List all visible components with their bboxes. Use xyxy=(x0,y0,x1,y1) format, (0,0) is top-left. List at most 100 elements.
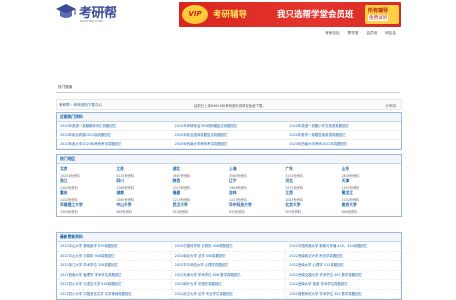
latest-link[interactable]: 2022西南大学 英语 学术学位真题回忆 xyxy=(286,280,400,290)
region-item[interactable]: 浙江 2402份资料 xyxy=(60,178,116,190)
latest-link[interactable]: 2022西南政法大学 刑法学真题回忆 xyxy=(286,252,400,261)
region-item[interactable]: 山东 2836份资料 xyxy=(342,166,398,178)
region-item[interactable]: 北京大学 907份资料 xyxy=(285,202,341,214)
breadcrumb-home[interactable]: 考研帮 › 考研资料下载中心 xyxy=(59,103,102,108)
recent-link[interactable]: 2020年英语一真题小作文英语真题回忆 xyxy=(286,122,401,131)
latest-link[interactable]: 2022西南大学 心理学 312真题回忆 xyxy=(286,261,400,271)
region-item[interactable]: 重庆 1432份资料 xyxy=(60,190,116,202)
nav-link-forum[interactable]: 考研论坛 xyxy=(325,31,339,36)
region-name: 陕西 xyxy=(172,178,181,183)
region-count: 907份资料 xyxy=(285,210,301,214)
region-item[interactable]: 上海 3560份资料 xyxy=(229,166,285,178)
latest-panel: 最新更新资料 2022中山大学 基础医学 870真题回忆 2022中山大学 计算机… xyxy=(56,232,402,300)
free-trial-badge[interactable]: 所有辅导 免费试听 xyxy=(365,5,399,24)
latest-link[interactable]: 2022浙江大学 学术学位 326真题回忆 xyxy=(57,261,171,271)
badge-line2: 免费试听 xyxy=(368,15,389,21)
region-item[interactable]: 辽宁 1964份资料 xyxy=(229,178,285,190)
latest-panel-title: 最新更新资料 xyxy=(57,233,401,242)
latest-link[interactable]: 2022四川大学 中国语言文学 文学基础真题回忆 xyxy=(57,290,171,299)
latest-col-right: 2022中国传媒大学 新闻与传播 440、334真题回忆 2022西南政法大学 刑… xyxy=(286,242,401,299)
region-name: 江苏 xyxy=(116,166,124,171)
nav-link-friends[interactable]: 研友会 xyxy=(385,31,396,36)
site-header: 考研帮 KAOYAN.COM VIP 考研辅导 我只选帮学堂会员班 所有辅导 免… xyxy=(0,0,456,42)
region-item[interactable]: 江苏 5124份资料 xyxy=(116,166,172,178)
recent-link[interactable]: 2020年西南大学考研考试真题回忆 xyxy=(171,140,287,149)
region-item[interactable]: 陕西 2013份资料 xyxy=(173,178,229,190)
breadcrumb: 考研帮 › 考研资料下载中心 目前已上传89816份考研资料供研友免费下载。 分… xyxy=(56,99,402,110)
region-item[interactable]: 武汉大学 954份资料 xyxy=(173,202,229,214)
region-item[interactable]: 华南理工大学 1005份资料 xyxy=(60,202,116,214)
region-name: 湖北 xyxy=(172,166,181,171)
latest-link[interactable]: 2022中国传媒大学 新闻与传播 440、334真题回忆 xyxy=(286,242,400,252)
hot-search-bar: 热门搜索 xyxy=(56,83,400,93)
latest-col-mid: 2022中国科学院 计算机 408真题回忆 2022南京大学 法学 408真题回忆… xyxy=(171,242,287,299)
latest-link[interactable]: 2022南京大学 法学 408真题回忆 xyxy=(171,252,286,261)
recent-panel-title: 近期热门资料 xyxy=(57,113,401,122)
latest-link[interactable]: 2022武汉大学 法学 专业学位真题回忆 xyxy=(171,290,286,299)
region-name: 四川 xyxy=(116,178,124,183)
region-item[interactable]: 南京大学 880份资料 xyxy=(342,202,398,214)
latest-link[interactable]: 2022西南大学 管理学 学术学位真题回忆 xyxy=(57,271,171,280)
region-name: 辽宁 xyxy=(228,178,237,183)
region-item[interactable]: 天津 1507份资料 xyxy=(342,178,398,190)
region-name: 山东 xyxy=(341,166,350,171)
recent-link[interactable]: 2020年考研政治789份精编复试真题回忆 xyxy=(171,122,287,131)
region-count: 880份资料 xyxy=(341,210,358,214)
site-logo[interactable]: 考研帮 KAOYAN.COM xyxy=(55,2,135,24)
regions-panel-title: 热门地区 xyxy=(57,155,401,164)
region-name: 重庆 xyxy=(60,190,68,195)
nav-link-vip[interactable]: 会员班 xyxy=(366,31,377,36)
region-item[interactable]: 华中科技大学 932份资料 xyxy=(229,202,285,214)
region-item[interactable]: 广东 3114份资料 xyxy=(285,166,341,178)
region-item[interactable]: 福建 1210份资料 xyxy=(173,190,229,202)
latest-links: 2022中山大学 基础医学 870真题回忆 2022中山大学 计算机 908真题回… xyxy=(57,242,401,299)
region-name: 中山大学 xyxy=(116,202,132,207)
region-item[interactable]: 江西 1043份资料 xyxy=(285,190,341,202)
badge-line1: 所有辅导 xyxy=(368,8,389,14)
region-item[interactable]: 北京 10254份资料 xyxy=(60,166,116,178)
region-name: 福建 xyxy=(172,190,181,195)
recent-links: 2020年英语一真题解析词汇真题回忆 2020年考研政治789份精编复试真题回忆… xyxy=(57,122,401,149)
share-label: 分享到： xyxy=(385,103,399,108)
region-name: 河北 xyxy=(285,178,293,183)
recent-link[interactable]: 2020年各大学2020年考研考试真题回忆 xyxy=(57,140,172,149)
region-name: 华中科技大学 xyxy=(228,202,252,207)
recent-link[interactable]: 2020年英语一真题解析词汇真题回忆 xyxy=(57,122,172,131)
region-name: 吉林 xyxy=(228,190,237,195)
region-item[interactable]: 湖北 3867份资料 xyxy=(173,166,229,178)
region-name: 广东 xyxy=(285,166,293,171)
region-item[interactable]: 吉林 1157份资料 xyxy=(229,190,285,202)
latest-link[interactable]: 2022中山大学 计算机 908真题回忆 xyxy=(57,252,171,261)
recent-link[interactable]: 2020年数学一真题答案英语真题回忆 xyxy=(286,131,401,140)
latest-link[interactable]: 2022中国科学院 计算机 408真题回忆 xyxy=(171,242,286,252)
latest-link[interactable]: 2022中山大学 基础医学 870真题回忆 xyxy=(57,242,171,252)
logo-domain: KAOYAN.COM xyxy=(80,19,104,23)
region-item[interactable]: 河北 1572份资料 xyxy=(285,178,341,190)
regions-panel: 热门地区 北京 10254份资料 江苏 5124份资料 湖北 3867份资料 上海 3560份… xyxy=(56,154,402,217)
region-item[interactable]: 黑龙江 1032份资料 xyxy=(342,190,398,202)
region-name: 华南理工大学 xyxy=(60,202,83,207)
region-count: 980份资料 xyxy=(116,210,132,214)
vip-badge-icon: VIP xyxy=(182,5,208,24)
latest-link[interactable]: 2022天津大学 学术学位 808 数学真题回忆 xyxy=(171,271,286,280)
recent-link[interactable]: 2020年西南大学考研2022年真题回忆 xyxy=(286,140,401,149)
latest-link[interactable]: 2022首都师范大学 学术学位 303 数学真题回忆 xyxy=(286,290,400,299)
region-item[interactable]: 四川 2268份资料 xyxy=(116,178,172,190)
recent-link[interactable]: 2020年政治选择真题复试真题回忆 xyxy=(171,131,287,140)
vip-banner[interactable]: VIP 考研辅导 我只选帮学堂会员班 所有辅导 免费试听 xyxy=(179,2,401,27)
region-item[interactable]: 中山大学 980份资料 xyxy=(116,202,172,214)
latest-col-left: 2022中山大学 基础医学 870真题回忆 2022中山大学 计算机 908真题回… xyxy=(57,242,172,299)
latest-link[interactable]: 2022南开大学 中国史真题回忆 xyxy=(171,280,286,290)
latest-link[interactable]: 2022西南交通大学 学术学位 303 数学真题回忆 xyxy=(286,271,400,280)
recent-link[interactable]: 2020年政治真题2022版真题回忆 xyxy=(57,131,172,140)
region-name: 江西 xyxy=(285,190,293,195)
region-name: 浙江 xyxy=(60,178,68,183)
region-name: 湖南 xyxy=(116,190,124,195)
region-name: 天津 xyxy=(341,178,350,183)
banner-title: 考研辅导 xyxy=(213,10,248,20)
latest-link[interactable]: 2022华中师范大学 心理学真题回忆 xyxy=(171,261,286,271)
latest-link[interactable]: 2022四川大学 汉语言文学 818真题回忆 xyxy=(57,280,171,290)
region-item[interactable]: 湖南 1365份资料 xyxy=(116,190,172,202)
nav-link-bangxuetang[interactable]: 帮学堂 xyxy=(348,31,359,36)
region-name: 上海 xyxy=(228,166,237,171)
